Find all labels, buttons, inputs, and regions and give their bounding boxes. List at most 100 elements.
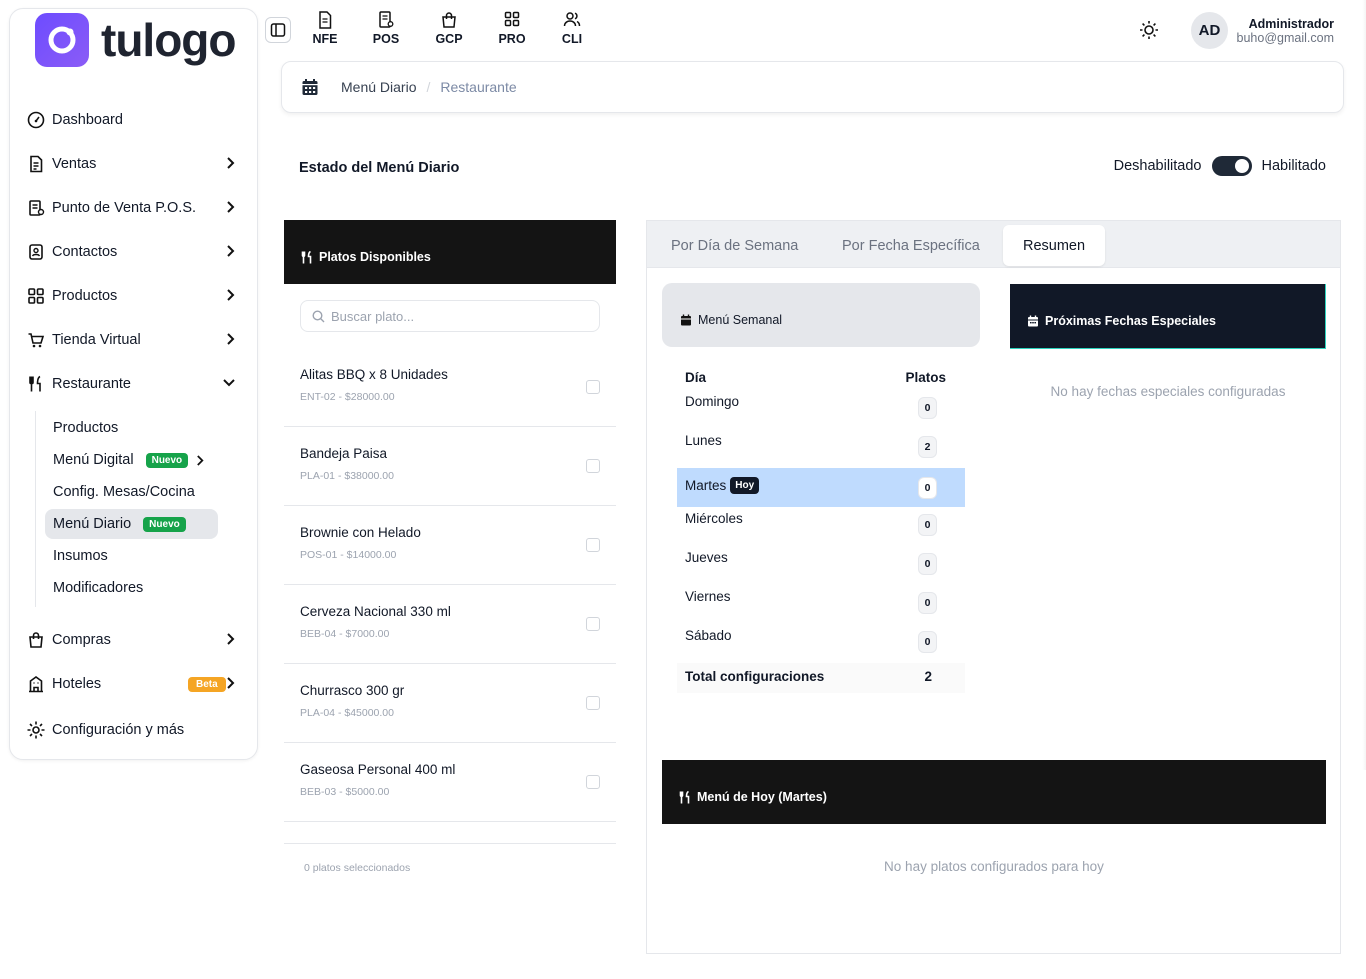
sidebar-item-label: Ventas [52, 156, 97, 172]
dish-name: Gaseosa Personal 400 ml [300, 762, 456, 777]
sub-item-insumos[interactable]: Insumos [45, 541, 108, 571]
building-icon [26, 674, 46, 694]
sidebar-item-ventas[interactable]: Ventas [26, 147, 248, 181]
theme-toggle-button[interactable] [1139, 20, 1159, 45]
grid-icon [26, 286, 46, 306]
dish-checkbox[interactable] [586, 696, 600, 710]
chevron-right-icon [227, 157, 235, 169]
dish-checkbox[interactable] [586, 617, 600, 631]
tab-bar: Por Día de Semana Por Fecha Específica R… [647, 221, 1340, 268]
dish-row[interactable]: Brownie con Helado POS-01 - $14000.00 [284, 506, 616, 585]
dish-row[interactable]: Alitas BBQ x 8 Unidades ENT-02 - $28000.… [284, 348, 616, 427]
sidebar-item-dashboard[interactable]: Dashboard [26, 103, 248, 137]
module-label: PRO [498, 32, 526, 46]
sidebar-item-compras[interactable]: Compras [26, 623, 248, 657]
module-label: CLI [561, 32, 583, 46]
day-name: Lunes [685, 433, 722, 448]
sub-item-menu-diario[interactable]: Menú Diario Nuevo [45, 509, 218, 539]
app-logo[interactable]: tulogo [35, 13, 236, 67]
chevron-right-icon [227, 289, 235, 301]
new-badge: Nuevo [143, 516, 186, 532]
total-value: 2 [924, 669, 932, 684]
tab-por-dia[interactable]: Por Día de Semana [671, 225, 798, 266]
chevron-down-icon [223, 379, 235, 387]
breadcrumb-parent[interactable]: Restaurante [440, 79, 516, 95]
logo-text: tulogo [101, 14, 236, 66]
module-nfe[interactable]: NFE [305, 11, 345, 46]
dish-row[interactable]: Cerveza Nacional 330 ml BEB-04 - $7000.0… [284, 585, 616, 664]
dish-search[interactable] [300, 300, 600, 332]
sidebar-item-contactos[interactable]: Contactos [26, 235, 248, 269]
submenu-line [35, 411, 36, 607]
module-cli[interactable]: CLI [552, 11, 592, 46]
sidebar-item-label: Tienda Virtual [52, 332, 141, 348]
sub-item-modificadores[interactable]: Modificadores [45, 573, 143, 603]
users-icon [552, 11, 592, 29]
weekly-table-header: Día Platos [677, 364, 965, 390]
dish-checkbox[interactable] [586, 380, 600, 394]
module-gcp[interactable]: GCP [429, 11, 469, 46]
dish-row[interactable]: Churrasco 300 gr PLA-04 - $45000.00 [284, 664, 616, 743]
sidebar-item-label: Contactos [52, 244, 118, 260]
sidebar-item-productos[interactable]: Productos [26, 279, 248, 313]
module-label: NFE [312, 32, 338, 46]
chevron-right-icon [227, 333, 235, 345]
weekly-menu-title: Menú Semanal [698, 313, 783, 327]
sidebar-item-restaurante[interactable]: Restaurante [26, 367, 248, 401]
dish-checkbox[interactable] [586, 775, 600, 789]
dish-meta: BEB-04 - $7000.00 [300, 628, 390, 640]
dish-checkbox[interactable] [586, 538, 600, 552]
status-toggle-row: Deshabilitado Habilitado [1114, 156, 1326, 176]
tab-resumen[interactable]: Resumen [1003, 225, 1106, 266]
breadcrumb-current[interactable]: Menú Diario [341, 79, 416, 95]
dish-meta: ENT-02 - $28000.00 [300, 391, 395, 403]
beta-badge: Beta [188, 676, 226, 692]
dish-count: 0 [918, 592, 937, 614]
sidebar-toggle-button[interactable] [265, 17, 291, 43]
day-row: Viernes 0 [677, 585, 965, 624]
user-info[interactable]: Administrador buho@gmail.com [1237, 17, 1334, 45]
sidebar-item-configuracion[interactable]: Configuración y más [26, 713, 248, 747]
file-text-icon [26, 154, 46, 174]
breadcrumb-separator: / [426, 79, 431, 95]
avatar[interactable]: AD [1191, 12, 1228, 49]
sub-item-label: Config. Mesas/Cocina [53, 484, 195, 500]
dish-count: 2 [918, 436, 937, 458]
sidebar-item-label: Productos [52, 288, 118, 304]
day-row: Domingo 0 [677, 390, 965, 429]
module-label: POS [372, 32, 400, 46]
col-day: Día [685, 369, 707, 385]
module-pos[interactable]: POS [366, 11, 406, 46]
dish-meta: POS-01 - $14000.00 [300, 549, 397, 561]
total-label: Total configuraciones [685, 669, 825, 684]
sub-item-menu-digital[interactable]: Menú Digital Nuevo [45, 445, 205, 475]
sub-item-config-mesas[interactable]: Config. Mesas/Cocina [45, 477, 195, 507]
selected-count: 0 platos seleccionados [304, 862, 411, 874]
sidebar-item-hoteles[interactable]: Hoteles Beta [26, 667, 248, 701]
dish-meta: PLA-04 - $45000.00 [300, 707, 394, 719]
sub-item-label: Productos [53, 420, 119, 436]
user-name: Administrador [1248, 17, 1334, 31]
utensils-icon [679, 790, 690, 803]
module-pro[interactable]: PRO [492, 11, 532, 46]
dish-meta: PLA-01 - $38000.00 [300, 470, 394, 482]
day-name: Miércoles [685, 511, 743, 526]
dish-checkbox[interactable] [586, 459, 600, 473]
dish-row[interactable]: Gaseosa Personal 400 ml BEB-03 - $5000.0… [284, 743, 616, 822]
enabled-switch[interactable] [1211, 156, 1252, 176]
total-row: Total configuraciones 2 [677, 663, 965, 693]
sidebar-item-tienda-virtual[interactable]: Tienda Virtual [26, 323, 248, 357]
sidebar-item-pos[interactable]: Punto de Venta P.O.S. [26, 191, 248, 225]
enabled-label: Habilitado [1261, 158, 1327, 174]
dish-name: Bandeja Paisa [300, 446, 388, 461]
dish-row[interactable]: Bandeja Paisa PLA-01 - $38000.00 [284, 427, 616, 506]
sub-item-label: Menú Diario [53, 516, 132, 532]
dish-count: 0 [918, 477, 937, 499]
module-label: GCP [435, 32, 463, 46]
tab-por-fecha[interactable]: Por Fecha Específica [842, 225, 980, 266]
calendar-icon [1028, 315, 1038, 327]
shopping-bag-icon [429, 11, 469, 29]
sub-item-productos[interactable]: Productos [45, 413, 118, 443]
dish-search-input[interactable] [331, 308, 581, 324]
dishes-panel-header: Platos Disponibles [284, 220, 616, 284]
